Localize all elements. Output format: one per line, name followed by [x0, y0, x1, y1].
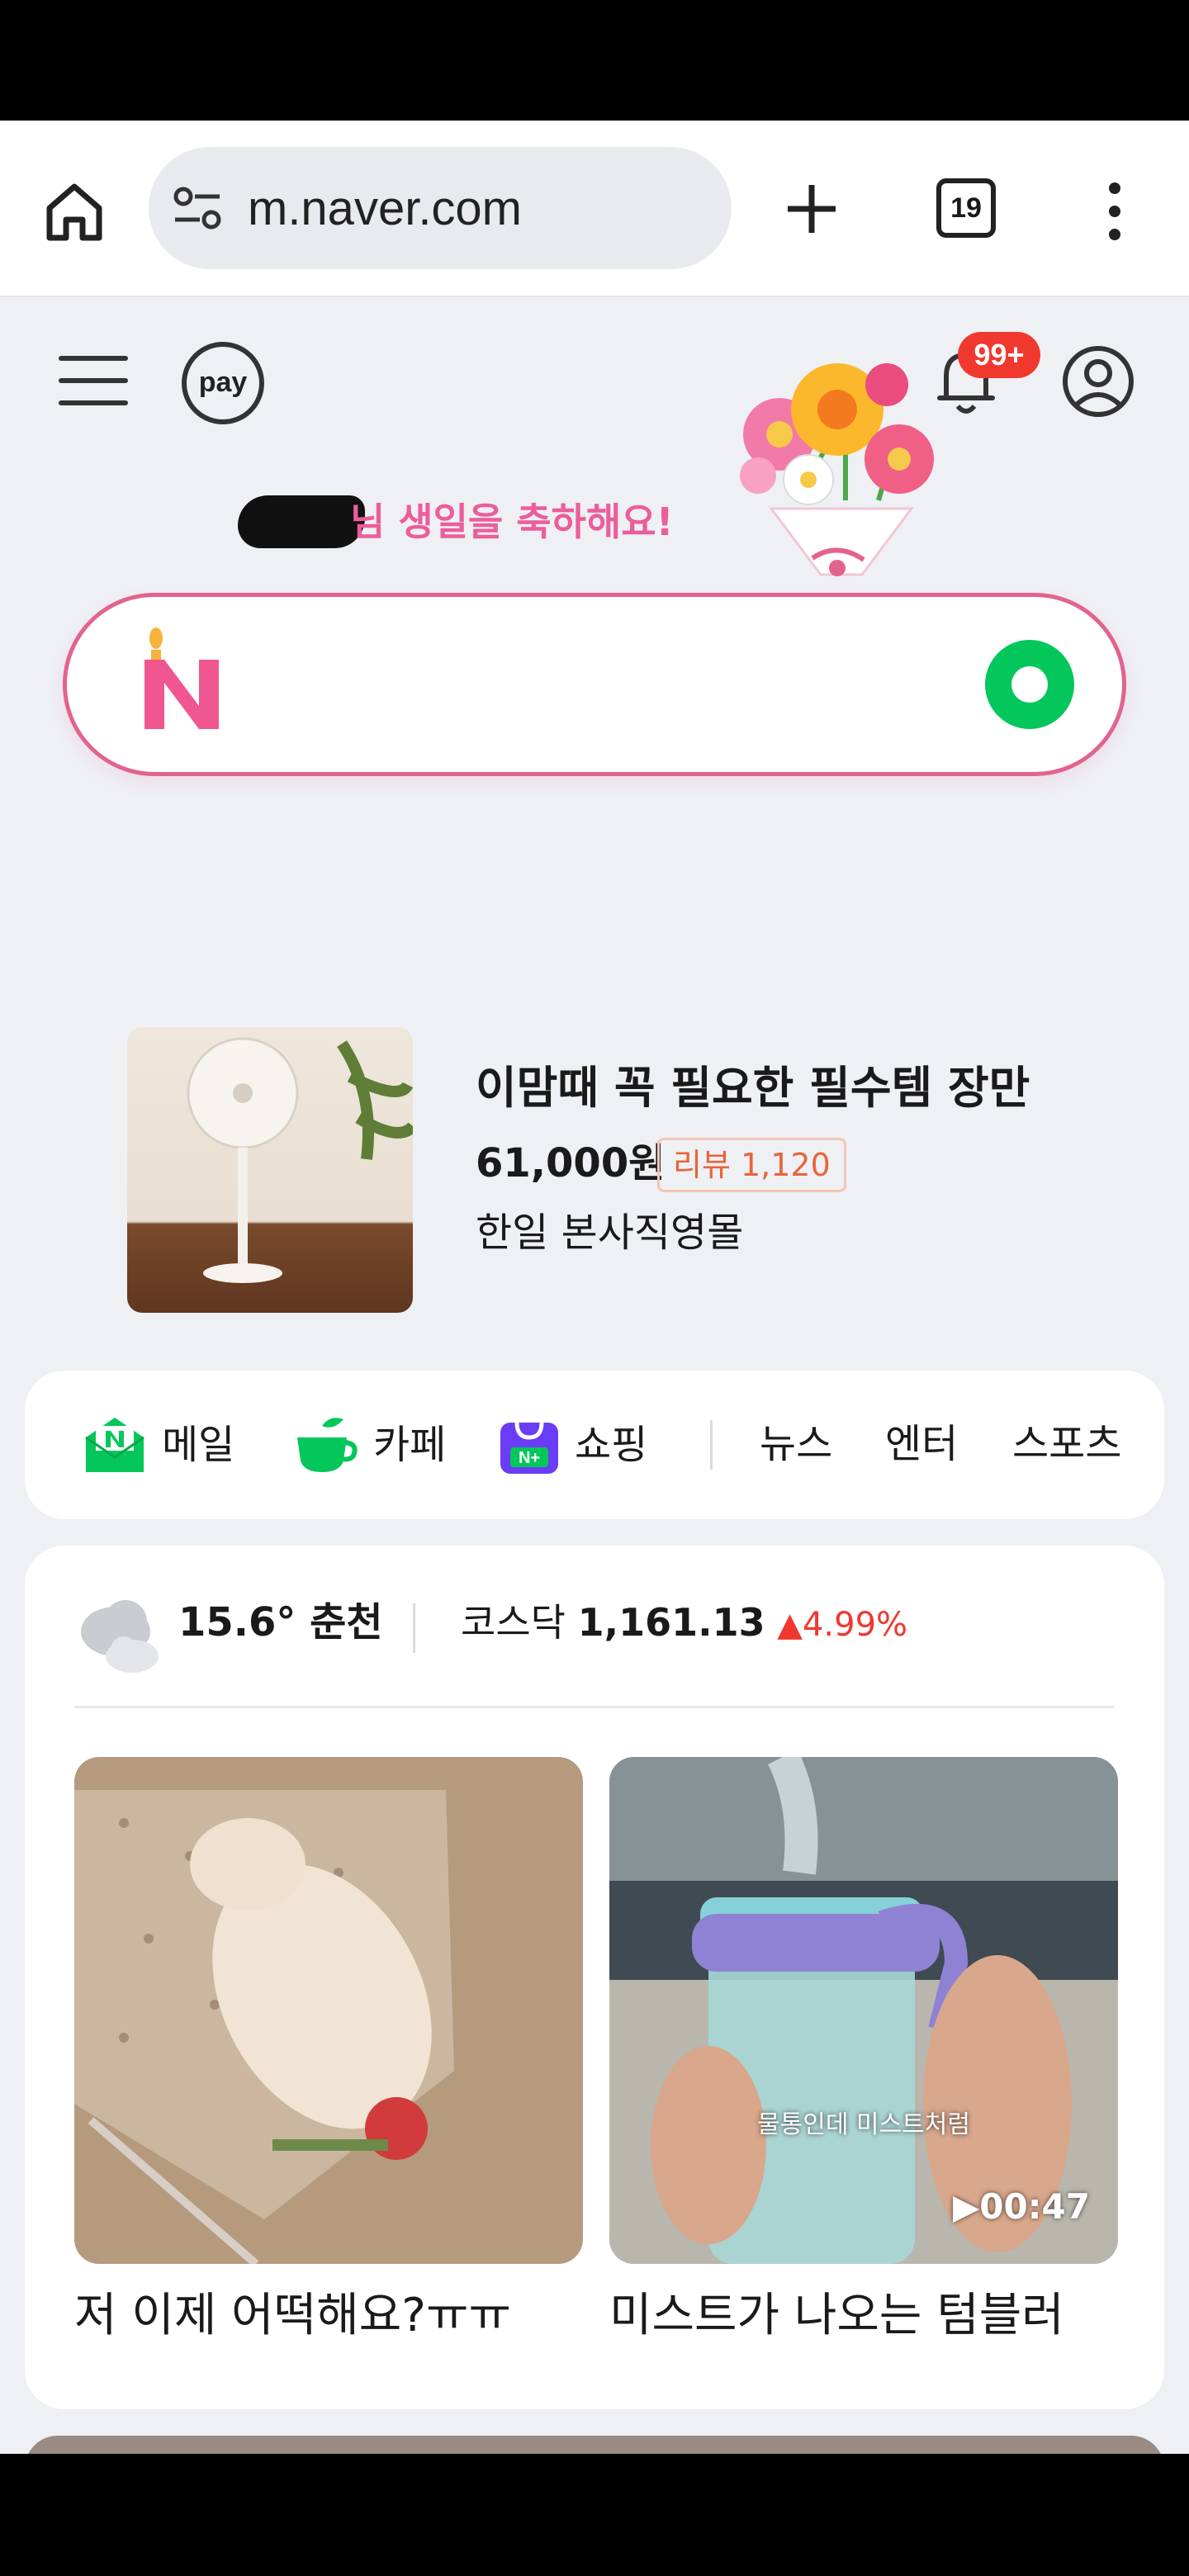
content-feed: 15.6° 춘천 코스닥 1,161.13 ▲4.99% 저 이제 어떡해요?ㅠ…	[25, 1546, 1164, 2409]
tumbler-video-thumbnail[interactable]: 물통인데 미스트처럼 ▶00:47	[609, 1757, 1118, 2264]
birthday-message: 님 생일을 축하해요!	[350, 500, 674, 544]
menu-icon[interactable]	[58, 352, 129, 410]
shortcut-sports[interactable]: 스포츠	[1012, 1420, 1121, 1468]
site-settings-icon[interactable]	[172, 183, 223, 233]
stock-value: 1,161.13	[577, 1600, 765, 1645]
tab-switcher-button[interactable]: 19	[936, 178, 996, 238]
shortcut-shopping[interactable]: N+ 쇼핑	[499, 1412, 647, 1478]
city: 춘천	[310, 1599, 383, 1646]
shopping-bag-icon: N+	[500, 1422, 558, 1474]
browser-toolbar: m.naver.com 19	[0, 121, 1189, 297]
weather-divider	[413, 1603, 415, 1653]
redacted-name	[238, 495, 365, 548]
profile-icon[interactable]	[1062, 345, 1135, 418]
play-icon: ▶	[952, 2186, 980, 2227]
svg-text:N+: N+	[519, 1449, 540, 1467]
ad-seller: 한일 본사직영몰	[476, 1210, 744, 1256]
temperature: 15.6°	[178, 1599, 296, 1646]
new-tab-icon[interactable]	[783, 180, 841, 238]
shortcut-enter[interactable]: 엔터	[885, 1420, 958, 1468]
home-icon[interactable]	[41, 178, 107, 244]
video-duration-text: 00:47	[979, 2186, 1090, 2227]
naver-birthday-logo-icon	[144, 627, 219, 729]
shortcut-divider	[710, 1420, 713, 1470]
stock-ticker[interactable]: 코스닥 1,161.13 ▲4.99%	[461, 1598, 907, 1649]
stock-name: 코스닥	[461, 1600, 566, 1645]
video-caption: 물통인데 미스트처럼	[757, 2110, 970, 2139]
shortcut-cafe[interactable]: 카페	[292, 1412, 446, 1478]
naver-pay-button[interactable]: pay	[182, 342, 264, 424]
shortcut-news[interactable]: 뉴스	[760, 1420, 832, 1468]
feed-divider	[74, 1706, 1115, 1708]
shortcut-mail[interactable]: 메일	[83, 1412, 234, 1478]
ad-price: 61,000원	[476, 1140, 666, 1186]
naver-header: pay 99+ 님 생일을 축하해요!	[0, 297, 1189, 1007]
stock-up-arrow-icon: ▲	[777, 1606, 803, 1644]
shopping-ad[interactable]: 이맘때 꼭 필요한 필수템 장만 61,000원 리뷰 1,120 한일 본사직…	[0, 1016, 1189, 1329]
shortcut-shopping-label[interactable]: 쇼핑	[575, 1421, 647, 1469]
shortcut-cafe-label[interactable]: 카페	[373, 1421, 446, 1469]
search-input[interactable]	[63, 593, 1126, 776]
birthday-bouquet-image	[740, 363, 934, 576]
weather-summary[interactable]: 15.6° 춘천	[178, 1598, 382, 1646]
mail-icon	[85, 1418, 144, 1472]
url-text[interactable]: m.naver.com	[248, 182, 522, 236]
more-options-icon[interactable]	[1098, 178, 1131, 244]
ad-thumbnail-fan-image[interactable]	[127, 1027, 413, 1313]
cafe-icon	[297, 1418, 358, 1472]
video-duration: ▶00:47	[953, 2186, 1090, 2227]
service-shortcuts: 메일 카페 N+ 쇼핑 뉴스 엔터 스포츠	[25, 1371, 1164, 1519]
stock-change: 4.99%	[802, 1606, 908, 1644]
hamster-video-thumbnail[interactable]	[74, 1757, 583, 2264]
system-nav-bar	[0, 2454, 1189, 2576]
address-bar[interactable]: m.naver.com	[149, 147, 732, 269]
shortcut-mail-label[interactable]: 메일	[162, 1421, 234, 1469]
ad-review-badge: 리뷰 1,120	[657, 1138, 846, 1192]
cloudy-weather-icon	[81, 1600, 159, 1673]
feed-card[interactable]: 물통인데 미스트처럼 ▶00:47 미스트가 나오는 텀블러	[609, 1757, 1118, 2343]
status-bar	[0, 0, 1189, 121]
feed-card-title[interactable]: 저 이제 어떡해요?ㅠㅠ	[74, 2289, 583, 2343]
green-dot-button[interactable]	[985, 640, 1074, 729]
notification-badge: 99+	[958, 332, 1040, 378]
feed-card[interactable]: 저 이제 어떡해요?ㅠㅠ	[74, 1757, 583, 2343]
feed-card-title[interactable]: 미스트가 나오는 텀블러	[609, 2289, 1118, 2343]
ad-title[interactable]: 이맘때 꼭 필요한 필수템 장만	[476, 1062, 1030, 1115]
